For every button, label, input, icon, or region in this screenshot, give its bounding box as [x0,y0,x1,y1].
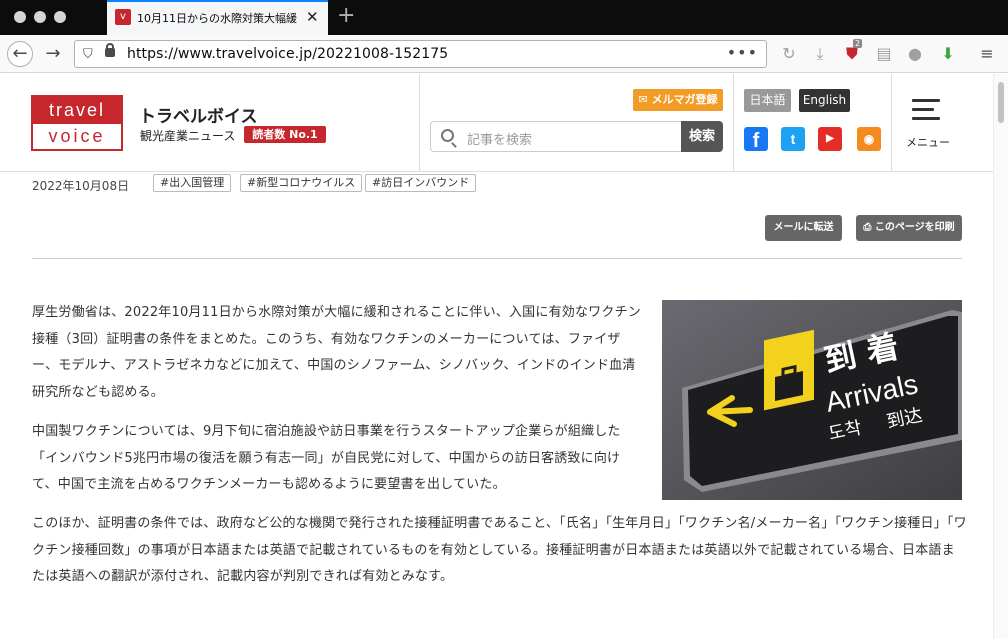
window-minimize-button[interactable] [34,11,46,23]
site-header: travel voice トラベルボイス 観光産業ニュース 読者数 No.1 ✉… [0,74,993,172]
lang-english-button[interactable]: English [799,89,850,112]
navigation-toolbar: ← → ⛉ https://www.travelvoice.jp/2022100… [0,35,1008,73]
site-favicon-icon: v [115,9,131,25]
window-zoom-button[interactable] [54,11,66,23]
newsletter-signup-button[interactable]: ✉ メルマガ登録 [633,89,723,111]
url-text[interactable]: https://www.travelvoice.jp/20221008-1521… [127,46,448,62]
scroll-thumb[interactable] [998,82,1004,123]
page-scrollbar[interactable] [993,74,1008,639]
address-bar[interactable]: ⛉ https://www.travelvoice.jp/20221008-15… [74,40,767,68]
logo-bottom-text: voice [48,126,106,146]
new-tab-icon[interactable]: + [337,3,355,28]
green-download-icon[interactable]: ⬇ [938,44,958,63]
brand-name[interactable]: トラベルボイス [139,102,258,127]
tag-immigration[interactable]: #出入国管理 [153,174,232,192]
twitter-icon[interactable]: t [781,127,805,151]
print-page-button[interactable]: ⎙ このページを印刷 [856,215,962,241]
article-paragraph: 中国製ワクチンについては、9月下旬に宿泊施設や訪日事業を行うスタートアップ企業ら… [32,424,621,492]
reader-extension-icon[interactable]: ▤ [874,44,894,63]
download-icon[interactable]: ⤓ [810,44,830,64]
browser-tab-strip: v 10月11日からの水際対策大幅緩和 ✕ + [0,0,1008,35]
menu-icon[interactable] [912,99,940,121]
header-divider [419,74,420,172]
page-actions-icon[interactable]: ••• [727,43,758,62]
tag-inbound[interactable]: #訪日インバウンド [365,174,477,192]
reload-icon[interactable]: ↻ [779,44,799,63]
search-input[interactable]: 記事を検索 [430,121,682,152]
article-paragraph: 厚生労働省は、2022年10月11日から水際対策が大幅に緩和されることに伴い、入… [32,305,641,400]
search-placeholder: 記事を検索 [467,133,533,148]
search-icon [441,129,454,142]
rss-icon[interactable]: ◉ [857,127,881,151]
tag-covid[interactable]: #新型コロナウイルス [240,174,363,192]
lang-japanese-button[interactable]: 日本語 [744,89,791,112]
article-paragraph: このほか、証明書の条件では、政府など公的な機関で発行された接種証明書であること、… [32,516,967,584]
header-divider [733,74,734,172]
tab-title: 10月11日からの水際対策大幅緩和 [137,12,297,25]
email-forward-button[interactable]: メールに転送 [765,215,842,241]
tracking-shield-icon[interactable]: ⛉ [83,47,93,62]
divider [32,258,962,259]
youtube-icon[interactable]: ▶ [818,127,842,151]
extension-badge: 2 [853,39,863,48]
hamburger-menu-icon[interactable]: ≡ [977,44,997,63]
active-tab[interactable]: v 10月11日からの水際対策大幅緩和 ✕ [107,0,328,35]
window-close-button[interactable] [14,11,26,23]
forward-arrow-icon[interactable]: → [40,41,66,67]
menu-label[interactable]: メニュー [906,134,950,150]
newsletter-label: メルマガ登録 [651,93,718,106]
header-divider [891,74,892,172]
print-label: このページを印刷 [874,222,955,233]
article-date: 2022年10月08日 [32,179,130,193]
brand-subtitle: 観光産業ニュース [140,129,236,143]
arrivals-sign-photo: 到 着 Arrivals 도착 到达 [662,300,962,500]
lock-icon[interactable] [105,43,115,57]
travelvoice-logo[interactable]: travel voice [31,95,123,151]
search-button[interactable]: 検索 [681,121,723,152]
readership-badge: 読者数 No.1 [244,126,326,143]
facebook-icon[interactable]: f [744,127,768,152]
logo-top-text: travel [33,97,121,124]
back-arrow-icon[interactable]: ← [7,41,33,67]
extension-icon[interactable]: ● [905,44,925,63]
arrivals-sign-illustration: 到 着 Arrivals 도착 到达 [662,300,962,500]
tab-close-icon[interactable]: ✕ [306,8,319,26]
